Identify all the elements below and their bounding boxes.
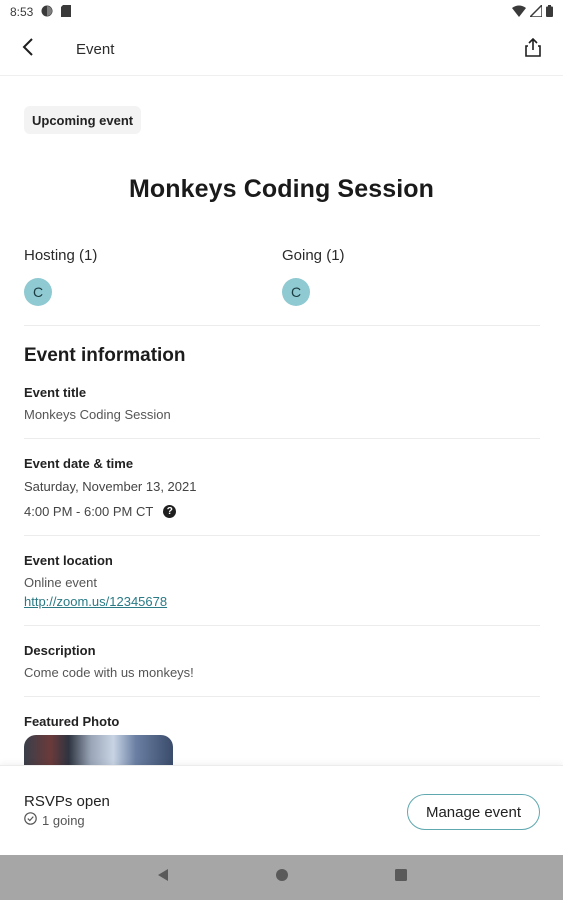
- rsvp-status: RSVPs open: [24, 793, 110, 810]
- app-bar-title: Event: [76, 41, 115, 58]
- back-arrow-icon: [21, 38, 35, 61]
- event-location-value: Online event: [24, 575, 97, 590]
- nav-home-button[interactable]: [270, 866, 294, 890]
- event-location-label: Event location: [24, 553, 113, 568]
- rsvp-going-row: 1 going: [24, 812, 85, 828]
- system-nav-bar: [0, 855, 563, 900]
- nav-recents-icon: [394, 868, 408, 887]
- featured-photo[interactable]: [24, 735, 173, 765]
- event-title-value: Monkeys Coding Session: [24, 407, 171, 422]
- divider: [24, 325, 540, 326]
- status-time: 8:53: [10, 5, 34, 19]
- share-icon: [525, 37, 541, 62]
- event-time-value: 4:00 PM - 6:00 PM CT: [24, 504, 154, 519]
- event-location-link[interactable]: http://zoom.us/12345678: [24, 594, 167, 609]
- nav-back-button[interactable]: [151, 866, 175, 890]
- going-group: Going (1) C: [282, 247, 345, 306]
- sd-card-icon: [61, 4, 72, 20]
- signal-icon: [528, 2, 543, 20]
- host-avatar[interactable]: C: [24, 278, 52, 306]
- event-heading: Monkeys Coding Session: [128, 175, 435, 203]
- event-time-row: 4:00 PM - 6:00 PM CT ?: [24, 504, 177, 519]
- event-datetime-label: Event date & time: [24, 456, 134, 471]
- app-bar: Event: [0, 24, 563, 76]
- divider: [24, 696, 540, 697]
- help-icon[interactable]: ?: [163, 505, 177, 518]
- event-content[interactable]: Upcoming event Monkeys Coding Session Ho…: [0, 77, 563, 765]
- sync-icon: [41, 5, 53, 20]
- hosting-label: Hosting (1): [24, 247, 98, 264]
- going-count: 1 going: [42, 812, 85, 828]
- divider: [24, 438, 540, 439]
- battery-icon: [546, 4, 553, 20]
- divider: [24, 625, 540, 626]
- nav-home-icon: [275, 868, 289, 887]
- nav-recents-button[interactable]: [389, 866, 413, 890]
- description-label: Description: [24, 643, 96, 658]
- attendee-avatar[interactable]: C: [282, 278, 310, 306]
- rsvp-footer: RSVPs open 1 going Manage event: [0, 765, 563, 855]
- featured-photo-label: Featured Photo: [24, 714, 120, 729]
- status-bar: 8:53: [0, 0, 563, 24]
- wifi-icon: [512, 5, 526, 20]
- section-title-event-info: Event information: [24, 345, 186, 366]
- status-left: 8:53: [10, 4, 72, 20]
- manage-event-button[interactable]: Manage event: [407, 794, 540, 830]
- share-button[interactable]: [509, 26, 557, 74]
- nav-back-icon: [156, 868, 170, 887]
- going-label: Going (1): [282, 247, 345, 264]
- status-badge: Upcoming event: [24, 106, 142, 134]
- event-date-value: Saturday, November 13, 2021: [24, 479, 197, 494]
- back-button[interactable]: [2, 24, 54, 76]
- status-right: [512, 2, 553, 20]
- event-title-label: Event title: [24, 385, 87, 400]
- description-value: Come code with us monkeys!: [24, 665, 194, 680]
- divider: [24, 535, 540, 536]
- check-circle-icon: [24, 812, 37, 828]
- hosting-group: Hosting (1) C: [24, 247, 97, 306]
